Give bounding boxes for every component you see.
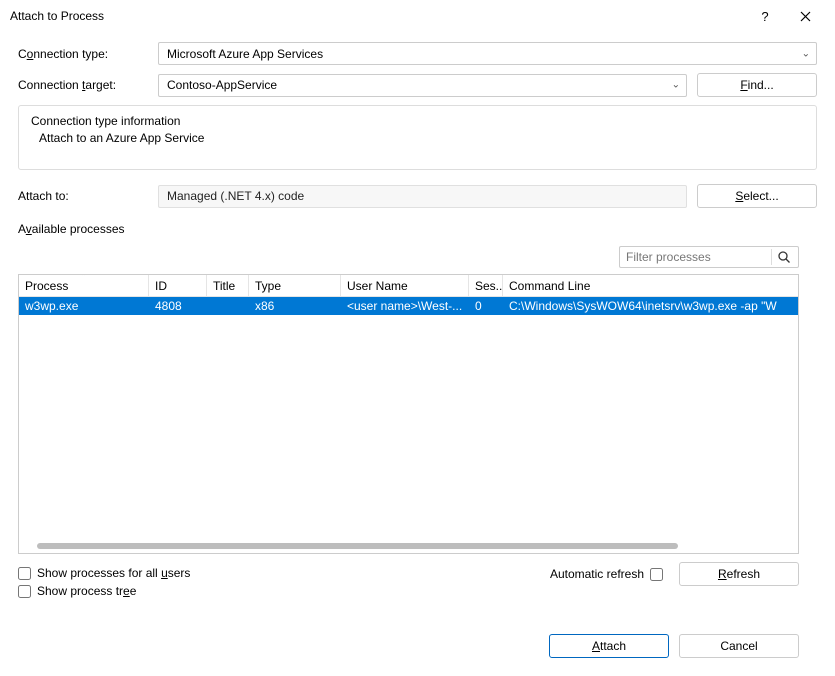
show-process-tree-checkbox[interactable]: Show process tree	[18, 584, 190, 598]
connection-target-value: Contoso-AppService	[167, 78, 277, 92]
col-id[interactable]: ID	[149, 275, 207, 296]
connection-type-combo[interactable]: Microsoft Azure App Services ⌄	[158, 42, 817, 65]
dialog-title: Attach to Process	[10, 9, 745, 23]
checkbox-column: Show processes for all users Show proces…	[18, 566, 190, 602]
automatic-refresh-checkbox[interactable]: Automatic refresh	[550, 567, 669, 581]
below-table-row: Show processes for all users Show proces…	[18, 562, 817, 602]
filter-placeholder: Filter processes	[626, 250, 711, 264]
cell-id: 4808	[149, 299, 207, 313]
cell-session: 0	[469, 299, 503, 313]
filter-row: Filter processes	[18, 246, 799, 268]
col-process[interactable]: ⌃ Process	[19, 275, 149, 296]
horizontal-scrollbar[interactable]	[37, 543, 678, 549]
connection-info-body: Attach to an Azure App Service	[31, 131, 804, 145]
attach-to-row: Attach to: Managed (.NET 4.x) code Selec…	[18, 184, 817, 208]
process-table[interactable]: ⌃ Process ID Title Type User Name Ses...…	[18, 274, 799, 554]
refresh-controls: Automatic refresh Refresh	[550, 562, 799, 586]
sort-asc-icon: ⌃	[80, 275, 87, 281]
col-user[interactable]: User Name	[341, 275, 469, 296]
attach-to-process-dialog: Attach to Process ? Connection type: Mic…	[0, 0, 835, 676]
attach-to-label: Attach to:	[18, 189, 158, 203]
help-button[interactable]: ?	[745, 2, 785, 30]
cell-process: w3wp.exe	[19, 299, 149, 313]
connection-info-heading: Connection type information	[31, 114, 804, 128]
col-title[interactable]: Title	[207, 275, 249, 296]
show-all-users-checkbox[interactable]: Show processes for all users	[18, 566, 190, 580]
close-icon	[800, 11, 811, 22]
find-button[interactable]: Find...	[697, 73, 817, 97]
connection-target-row: Connection target: Contoso-AppService ⌄ …	[18, 73, 817, 97]
cell-user: <user name>\West-...	[341, 299, 469, 313]
attach-button[interactable]: Attach	[549, 634, 669, 658]
titlebar: Attach to Process ?	[0, 0, 835, 32]
checkbox-input[interactable]	[18, 585, 31, 598]
chevron-down-icon: ⌄	[672, 80, 680, 91]
connection-target-combo[interactable]: Contoso-AppService ⌄	[158, 74, 687, 97]
connection-type-row: Connection type: Microsoft Azure App Ser…	[18, 42, 817, 65]
available-processes-group: Available processes Filter processes ⌃ P…	[18, 222, 817, 614]
refresh-button[interactable]: Refresh	[679, 562, 799, 586]
close-button[interactable]	[785, 2, 825, 30]
dialog-body: Connection type: Microsoft Azure App Ser…	[0, 32, 835, 676]
available-processes-label: Available processes	[18, 222, 817, 236]
col-type[interactable]: Type	[249, 275, 341, 296]
cell-type: x86	[249, 299, 341, 313]
attach-to-value: Managed (.NET 4.x) code	[158, 185, 687, 208]
table-header: ⌃ Process ID Title Type User Name Ses...…	[19, 275, 798, 297]
connection-target-label: Connection target:	[18, 78, 158, 92]
cancel-button[interactable]: Cancel	[679, 634, 799, 658]
col-cmd[interactable]: Command Line	[503, 275, 798, 296]
filter-input[interactable]: Filter processes	[619, 246, 799, 268]
connection-info-box: Connection type information Attach to an…	[18, 105, 817, 170]
divider	[771, 249, 772, 265]
checkbox-input[interactable]	[650, 568, 663, 581]
chevron-down-icon: ⌄	[802, 48, 810, 59]
connection-type-value: Microsoft Azure App Services	[167, 47, 323, 61]
connection-type-label: Connection type:	[18, 47, 158, 61]
checkbox-input[interactable]	[18, 567, 31, 580]
dialog-footer: Attach Cancel	[18, 634, 817, 658]
cell-cmd: C:\Windows\SysWOW64\inetsrv\w3wp.exe -ap…	[503, 299, 798, 313]
select-button[interactable]: Select...	[697, 184, 817, 208]
col-session[interactable]: Ses...	[469, 275, 503, 296]
table-row[interactable]: w3wp.exe 4808 x86 <user name>\West-... 0…	[19, 297, 798, 315]
search-icon[interactable]	[774, 250, 794, 264]
